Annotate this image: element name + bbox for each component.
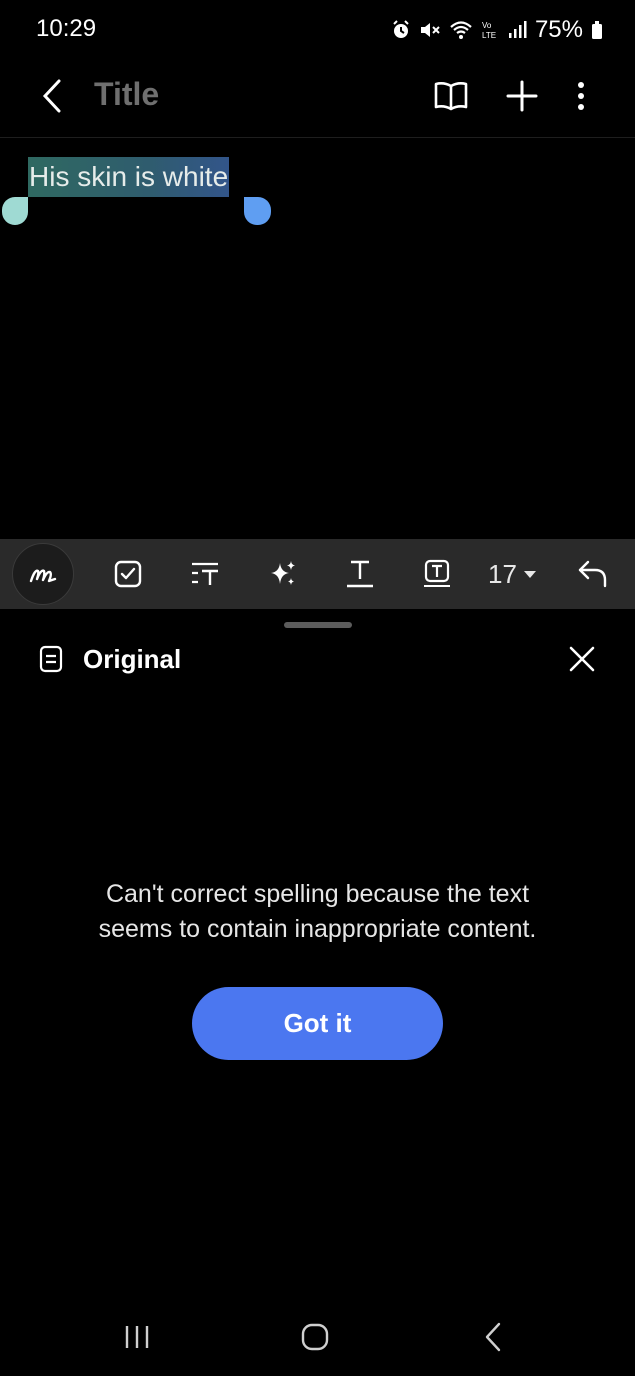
back-button[interactable]: [30, 74, 74, 118]
pen-mode-button[interactable]: [12, 543, 74, 605]
text-box-button[interactable]: [409, 546, 465, 602]
sheet-drag-handle[interactable]: [284, 622, 352, 628]
checkbox-icon: [114, 560, 142, 588]
ai-sparkle-icon: [271, 561, 295, 585]
undo-button[interactable]: [565, 546, 621, 602]
text-underline-icon: [347, 560, 373, 588]
selected-text[interactable]: His skin is white: [28, 157, 230, 197]
text-style-button[interactable]: [332, 546, 388, 602]
signal-icon: [507, 20, 527, 40]
more-icon: [578, 82, 584, 110]
alarm-icon: [391, 20, 411, 40]
note-editor[interactable]: His skin is white: [0, 139, 635, 539]
status-time: 10:29: [36, 15, 97, 42]
text-format-icon: [192, 562, 218, 585]
svg-text:Vo: Vo: [482, 21, 492, 30]
pen-icon: [29, 569, 57, 583]
plus-icon: [506, 80, 538, 112]
status-icons: Vo LTE 75%: [391, 15, 603, 45]
selection-handle-start[interactable]: [2, 197, 28, 225]
chevron-down-icon: [523, 571, 536, 578]
spelling-bottom-sheet: Original Can't correct spelling because …: [0, 609, 635, 1289]
book-icon: [434, 82, 468, 111]
undo-icon: [578, 560, 607, 588]
got-it-button[interactable]: Got it: [192, 987, 443, 1060]
battery-icon: [591, 20, 603, 40]
font-size-value: 17: [488, 558, 517, 589]
more-options-button[interactable]: [557, 72, 605, 120]
status-bar: 10:29 Vo LTE 75%: [0, 0, 635, 60]
recents-button[interactable]: [112, 1314, 162, 1360]
text-format-button[interactable]: [177, 546, 233, 602]
svg-text:LTE: LTE: [482, 31, 496, 40]
note-title[interactable]: Title: [94, 76, 159, 113]
close-button[interactable]: [560, 637, 604, 681]
system-nav-bar: [0, 1296, 635, 1376]
wifi-icon: [449, 20, 473, 40]
sheet-title: Original: [83, 644, 182, 674]
add-button[interactable]: [498, 72, 546, 120]
home-icon: [301, 1323, 329, 1351]
battery-percent: 75%: [534, 16, 583, 43]
error-message: Can't correct spelling because the text …: [40, 877, 595, 947]
error-message-line-2: seems to contain inappropriate content.: [98, 915, 537, 943]
selection-handle-end[interactable]: [244, 197, 271, 225]
checkbox-button[interactable]: [100, 546, 156, 602]
volte-icon: Vo LTE: [481, 20, 499, 40]
reading-mode-button[interactable]: [427, 72, 475, 120]
font-size-selector[interactable]: 17: [488, 553, 537, 595]
recents-icon: [125, 1326, 149, 1348]
app-bar: Title: [0, 60, 635, 138]
back-nav-icon: [485, 1322, 501, 1352]
close-icon: [569, 646, 595, 672]
text-box-icon: [424, 559, 450, 587]
nav-back-button[interactable]: [468, 1314, 518, 1360]
formatting-toolbar: 17: [0, 539, 635, 609]
back-icon: [42, 79, 61, 113]
document-icon: [38, 645, 64, 678]
error-message-line-1: Can't correct spelling because the text: [105, 880, 530, 908]
ai-assist-button[interactable]: [255, 546, 311, 602]
home-button[interactable]: [290, 1314, 340, 1360]
mute-icon: [419, 20, 441, 40]
